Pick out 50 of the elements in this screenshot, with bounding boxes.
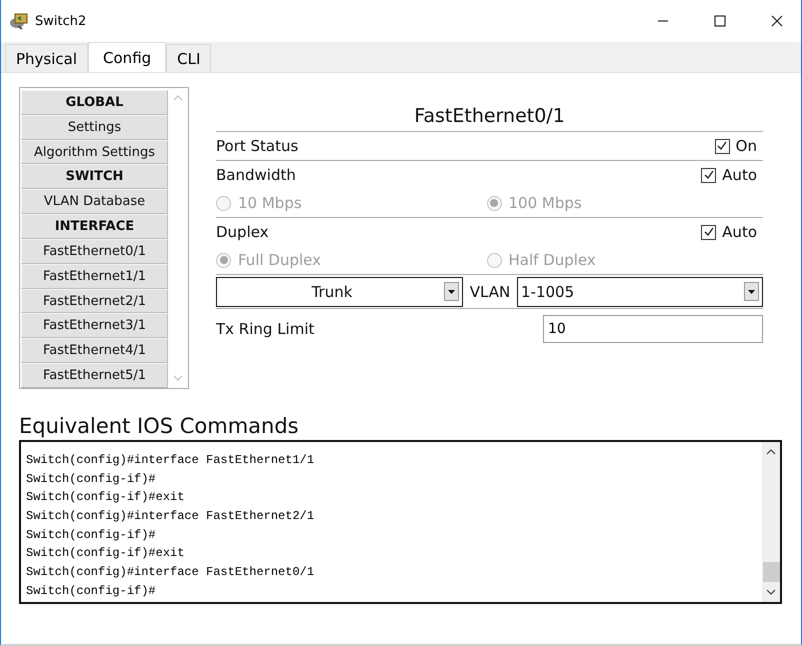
checkbox[interactable] xyxy=(701,224,716,240)
sidebar-item[interactable]: VLAN Database xyxy=(21,189,168,214)
maximize-icon[interactable] xyxy=(714,15,726,27)
sidebar-header[interactable]: SWITCH xyxy=(21,164,168,190)
radio-label: Full Duplex xyxy=(238,251,322,269)
sidebar-item[interactable]: Algorithm Settings xyxy=(21,140,168,164)
scroll-down-icon[interactable] xyxy=(766,588,776,596)
checkbox-label: On xyxy=(736,137,757,155)
command-line: Switch(config-if)# xyxy=(26,470,157,488)
field-label: VLAN xyxy=(468,282,512,300)
field-label: Port Status xyxy=(216,137,298,155)
command-line: Switch(config-if)#exit xyxy=(26,489,186,506)
sidebar-item[interactable]: FastEthernet2/1 xyxy=(21,288,168,314)
sidebar-item[interactable]: FastEthernet4/1 xyxy=(21,338,168,364)
command-line: Switch(config)#interface FastEthernet0/1 xyxy=(26,564,316,582)
tab[interactable]: Config xyxy=(88,42,166,72)
sidebar-header[interactable]: GLOBAL xyxy=(21,90,168,115)
window-title: Switch2 xyxy=(35,14,86,28)
section-title: Equivalent IOS Commands xyxy=(19,414,300,440)
sidebar-header[interactable]: INTERFACE xyxy=(21,214,168,239)
sidebar-item[interactable]: Settings xyxy=(21,114,168,140)
sidebar-item[interactable]: FastEthernet3/1 xyxy=(21,313,168,338)
field-label: Bandwidth xyxy=(216,166,296,184)
switch-device-icon xyxy=(9,12,29,30)
checkbox[interactable] xyxy=(714,138,730,154)
sidebar-item[interactable]: FastEthernet0/1 xyxy=(21,238,168,264)
command-line: Switch(config-if)#exit xyxy=(26,545,186,562)
input-field[interactable]: 10 xyxy=(543,315,763,343)
mode-dropdown[interactable]: Trunk xyxy=(216,276,463,306)
interface-title: FastEthernet0/1 xyxy=(216,87,763,132)
close-icon[interactable] xyxy=(771,15,783,27)
sidebar-item[interactable]: FastEthernet5/1 xyxy=(21,363,168,388)
radio-label: 10 Mbps xyxy=(238,194,302,212)
command-line: Switch(config-if)# xyxy=(26,582,157,600)
command-line: Switch(config)#interface FastEthernet1/1 xyxy=(26,452,316,469)
tab[interactable]: CLI xyxy=(166,44,212,72)
checkbox[interactable] xyxy=(701,168,716,182)
radio-label: Half Duplex xyxy=(508,251,596,269)
command-line: Switch(config-if)# xyxy=(26,526,157,544)
checkbox-label: Auto xyxy=(722,223,757,241)
vlan-dropdown[interactable]: 1-1005 xyxy=(516,276,763,306)
field-label: Tx Ring Limit xyxy=(216,320,314,338)
checkbox-label: Auto xyxy=(722,166,757,184)
field-label: Duplex xyxy=(216,223,269,241)
command-line: Switch(config)#interface FastEthernet2/1 xyxy=(26,508,316,526)
radio-label: 100 Mbps xyxy=(508,194,582,212)
tab[interactable]: Physical xyxy=(5,44,88,72)
sidebar-item[interactable]: FastEthernet1/1 xyxy=(21,264,168,289)
scrollbar-thumb[interactable] xyxy=(762,562,780,582)
scroll-up-icon[interactable] xyxy=(766,448,776,456)
